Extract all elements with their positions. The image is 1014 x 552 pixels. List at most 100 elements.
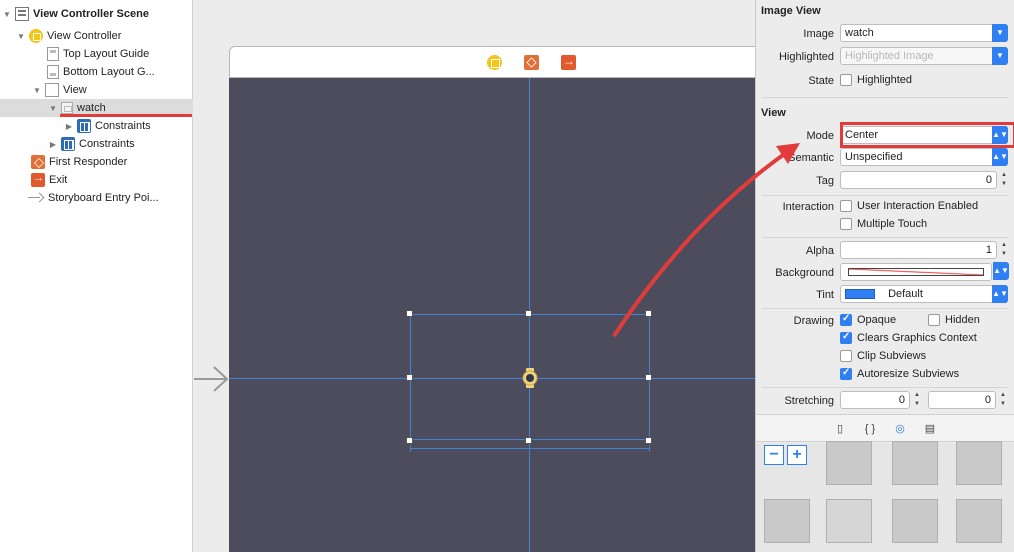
disclosure-triangle-icon[interactable]: ▶ xyxy=(48,139,58,149)
background-color-menu[interactable]: ▲▼ xyxy=(992,262,1009,281)
storyboard-canvas[interactable] xyxy=(194,0,755,552)
outline-item-label: Bottom Layout G... xyxy=(63,66,155,78)
constraints-icon xyxy=(61,137,75,151)
scene-dock xyxy=(229,46,755,78)
annotation-underline xyxy=(60,114,192,117)
divider xyxy=(762,237,1008,238)
resize-handle[interactable] xyxy=(525,310,532,317)
user-interaction-label: User Interaction Enabled xyxy=(857,200,979,212)
resize-handle[interactable] xyxy=(525,437,532,444)
clears-graphics-label: Clears Graphics Context xyxy=(857,332,977,344)
resize-handle[interactable] xyxy=(406,374,413,381)
outline-item-label: Top Layout Guide xyxy=(63,48,150,60)
outline-item-label: watch xyxy=(77,102,106,114)
resize-handle[interactable] xyxy=(645,437,652,444)
library-item-image-view[interactable] xyxy=(818,495,880,552)
resize-handle[interactable] xyxy=(406,310,413,317)
resize-handle[interactable] xyxy=(645,374,652,381)
opaque-checkbox[interactable] xyxy=(840,313,852,326)
disclosure-triangle-icon[interactable]: ▼ xyxy=(2,9,12,19)
outline-item-first-responder[interactable]: First Responder xyxy=(0,153,193,171)
alpha-field[interactable]: 1 xyxy=(840,241,997,259)
library-item-collection-view-cell[interactable] xyxy=(884,495,946,552)
tag-stepper[interactable]: ▲ ▼ xyxy=(999,171,1009,189)
library-item-stack-view[interactable] xyxy=(756,495,818,552)
up-down-chevron-icon[interactable]: ▲▼ xyxy=(992,148,1008,166)
chevron-down-icon[interactable]: ▼ xyxy=(992,47,1008,65)
view-icon xyxy=(45,83,59,97)
disclosure-triangle-icon[interactable]: ▼ xyxy=(16,31,26,41)
image-combobox[interactable]: watch ▼ xyxy=(840,24,1008,42)
root-view[interactable] xyxy=(229,78,755,552)
hidden-label: Hidden xyxy=(945,314,980,326)
code-snippet-icon[interactable]: { } xyxy=(863,422,877,436)
outline-item-top-layout-guide[interactable]: Top Layout Guide xyxy=(0,45,193,63)
stretching-label: Stretching xyxy=(784,395,834,407)
outline-item-exit[interactable]: Exit xyxy=(0,171,193,189)
outline-item-storyboard-entry[interactable]: Storyboard Entry Poi... xyxy=(0,189,193,207)
up-down-chevron-icon[interactable]: ▲▼ xyxy=(992,285,1008,303)
disclosure-triangle-icon[interactable]: ▶ xyxy=(64,121,74,131)
clip-subviews-checkbox[interactable] xyxy=(840,350,852,362)
stretch-y-stepper[interactable]: ▲ ▼ xyxy=(998,391,1008,409)
stretch-y-field[interactable]: 0 xyxy=(928,391,996,409)
no-color-swatch xyxy=(848,268,984,276)
exit-icon xyxy=(31,172,45,187)
highlighted-checkbox[interactable] xyxy=(840,74,852,86)
stretch-x-stepper[interactable]: ▲ ▼ xyxy=(912,391,922,409)
library-item-table-view[interactable] xyxy=(884,437,946,495)
tag-field[interactable]: 0 xyxy=(840,171,997,189)
library-item-collection-view[interactable] xyxy=(818,437,880,495)
divider xyxy=(762,97,1008,98)
section-title-view: View xyxy=(761,107,786,119)
image-view-icon xyxy=(61,102,73,114)
divider xyxy=(762,195,1008,196)
outline-item-view-controller[interactable]: ▼ View Controller xyxy=(0,27,193,45)
stepper-plus-button[interactable]: + xyxy=(787,445,807,465)
outline-item-view[interactable]: ▼ View xyxy=(0,81,193,99)
disclosure-triangle-icon[interactable]: ▼ xyxy=(32,85,42,95)
semantic-select[interactable]: Unspecified ▲▼ xyxy=(840,148,1008,166)
outline-item-scene[interactable]: ▼ View Controller Scene xyxy=(0,5,193,23)
chevron-down-icon[interactable]: ▼ xyxy=(992,24,1008,42)
up-down-chevron-icon[interactable]: ▲▼ xyxy=(993,262,1009,280)
collection-view-icon xyxy=(826,441,872,485)
alpha-stepper[interactable]: ▲ ▼ xyxy=(999,241,1009,259)
disclosure-triangle-icon[interactable]: ▼ xyxy=(48,103,58,113)
exit-icon[interactable] xyxy=(561,54,576,70)
autoresize-subviews-checkbox[interactable] xyxy=(840,367,852,380)
state-label: State xyxy=(808,75,834,87)
divider xyxy=(762,387,1008,388)
clears-graphics-checkbox[interactable] xyxy=(840,331,852,344)
object-library-icon[interactable]: ◎ xyxy=(893,422,907,436)
background-color-well[interactable] xyxy=(840,263,992,281)
library-item-container-view[interactable] xyxy=(948,495,1010,552)
media-library-icon[interactable]: ▤ xyxy=(923,422,937,436)
document-outline: ▼ View Controller Scene ▼ View Controlle… xyxy=(0,0,193,552)
multiple-touch-label: Multiple Touch xyxy=(857,218,928,230)
layout-guide-icon xyxy=(47,65,59,79)
view-controller-icon[interactable] xyxy=(487,55,502,70)
outline-item-constraints-inner[interactable]: ▶ Constraints xyxy=(0,117,193,135)
outline-item-bottom-layout-guide[interactable]: Bottom Layout G... xyxy=(0,63,193,81)
resize-handle[interactable] xyxy=(406,437,413,444)
stretch-x-field[interactable]: 0 xyxy=(840,391,910,409)
clip-subviews-label: Clip Subviews xyxy=(857,350,927,362)
user-interaction-checkbox[interactable] xyxy=(840,200,852,212)
watch-icon xyxy=(522,368,538,388)
multiple-touch-checkbox[interactable] xyxy=(840,218,852,230)
library-item-table-cell[interactable] xyxy=(948,437,1010,495)
resize-handle[interactable] xyxy=(645,310,652,317)
stepper-minus-button[interactable]: − xyxy=(764,445,784,465)
outline-item-label: Constraints xyxy=(95,120,151,132)
hidden-checkbox[interactable] xyxy=(928,314,940,326)
outline-item-constraints[interactable]: ▶ Constraints xyxy=(0,135,193,153)
width-indicator xyxy=(410,445,650,452)
tint-select[interactable]: Default ▲▼ xyxy=(840,285,1008,303)
highlighted-image-combobox[interactable]: Highlighted Image ▼ xyxy=(840,47,1008,65)
file-template-icon[interactable]: ▯ xyxy=(833,422,847,436)
first-responder-icon[interactable] xyxy=(524,55,539,70)
opaque-label: Opaque xyxy=(857,314,897,326)
storyboard-entry-arrow-icon[interactable] xyxy=(194,364,230,394)
container-view-icon xyxy=(956,499,1002,543)
